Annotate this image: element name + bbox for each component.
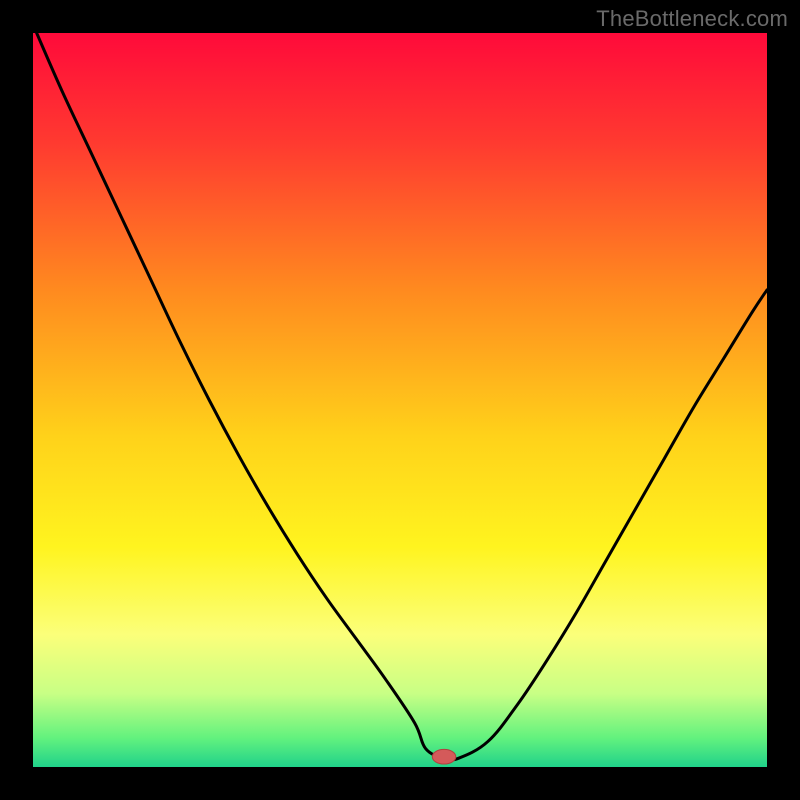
gradient-background <box>33 33 767 767</box>
plot-area <box>33 33 767 767</box>
watermark-text: TheBottleneck.com <box>596 6 788 32</box>
chart-frame: TheBottleneck.com <box>0 0 800 800</box>
chart-svg <box>33 33 767 767</box>
bottleneck-point-marker <box>432 749 455 764</box>
